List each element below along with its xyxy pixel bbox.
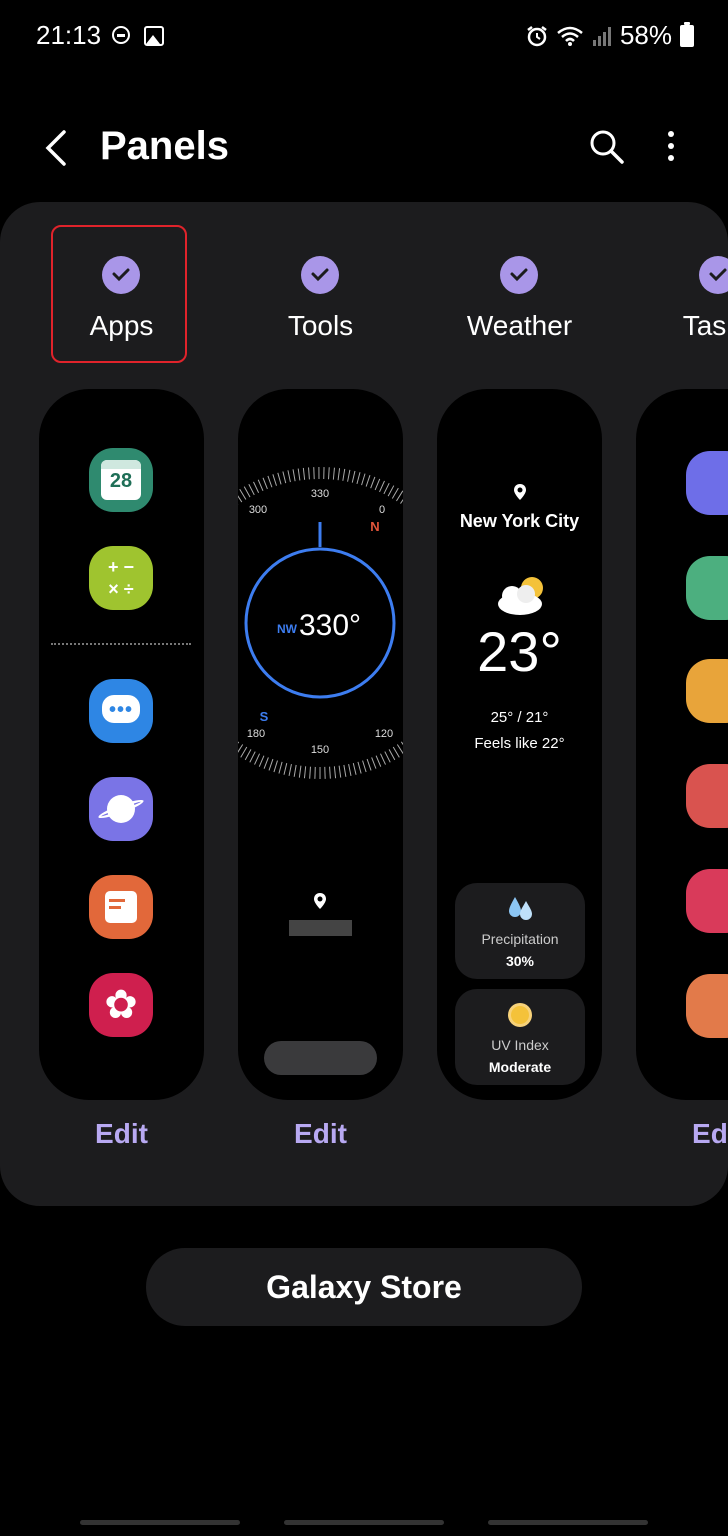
nav-home-handle[interactable]	[284, 1520, 444, 1525]
location-pin-icon	[314, 893, 326, 909]
location-placeholder	[289, 920, 352, 936]
messages-icon[interactable]: •••	[89, 679, 153, 743]
alarm-task-icon[interactable]	[686, 451, 728, 515]
search-task-icon[interactable]	[686, 556, 728, 620]
battery-icon	[680, 21, 694, 47]
tasks-panel-preview[interactable]	[636, 389, 728, 1100]
apps-divider	[51, 643, 191, 645]
compass-calibrate-button[interactable]	[264, 1041, 377, 1075]
tick-150: 150	[311, 744, 329, 756]
weather-temperature: 23°	[477, 620, 562, 683]
south-label: S	[260, 709, 269, 724]
weather-feels-like: Feels like 22°	[474, 735, 565, 752]
calendar-date: 28	[109, 470, 133, 492]
panel-name: Weather	[466, 310, 573, 341]
gallery-flower-icon[interactable]: ✿	[89, 973, 153, 1037]
north-label: N	[370, 519, 379, 534]
direction-label: NW	[277, 622, 298, 636]
signal-icon	[592, 26, 611, 46]
edit-button-apps[interactable]: Edit	[39, 1118, 204, 1150]
compass-icon: 330 300 0 N S 180 150 120 NW 330°	[238, 467, 403, 779]
back-arrow-icon[interactable]	[38, 126, 74, 170]
uv-index-value: Moderate	[488, 1059, 552, 1075]
precipitation-label: Precipitation	[481, 931, 559, 947]
apps-panel-preview[interactable]: 28 + − × ÷ ••• ✿	[39, 389, 204, 1100]
calculator-icon[interactable]: + − × ÷	[89, 546, 153, 610]
tools-panel-preview[interactable]: 330 300 0 N S 180 150 120 NW 330°	[238, 389, 403, 1100]
wifi-icon	[557, 26, 583, 46]
tick-180: 180	[247, 728, 265, 740]
internet-icon[interactable]	[89, 777, 153, 841]
voice-recorder-task-icon[interactable]	[686, 764, 728, 828]
search-icon[interactable]	[586, 126, 626, 166]
precipitation-value: 30%	[505, 953, 535, 969]
location-pin-icon	[514, 484, 526, 500]
page-title: Panels	[100, 124, 229, 168]
panel-name: Tasks	[682, 310, 728, 341]
tick-330: 330	[311, 488, 329, 500]
alarm-icon	[527, 25, 547, 46]
notes-icon[interactable]	[89, 875, 153, 939]
tick-0: 0	[379, 504, 385, 516]
precipitation-card: Precipitation 30%	[455, 883, 585, 979]
battery-percent: 58%	[619, 20, 672, 50]
weather-city: New York City	[459, 511, 580, 531]
do-not-disturb-icon	[112, 26, 130, 44]
tick-120: 120	[375, 728, 393, 740]
tick-300: 300	[249, 504, 267, 516]
check-icon[interactable]	[699, 256, 728, 294]
uv-index-card: UV Index Moderate	[455, 989, 585, 1085]
panel-name: Tools	[287, 310, 354, 341]
weather-panel-preview[interactable]: New York City 23° 25° / 21° Feels like 2…	[437, 389, 602, 1100]
panel-header-tools[interactable]: Tools	[238, 226, 403, 362]
clock-task-icon[interactable]	[686, 659, 728, 723]
edit-button-tasks[interactable]: Edit	[636, 1118, 728, 1150]
more-options-icon[interactable]	[656, 126, 686, 166]
panel-header-tasks[interactable]: Tasks	[636, 226, 728, 362]
panel-header-weather[interactable]: Weather	[437, 226, 602, 362]
raindrops-icon	[509, 897, 532, 920]
app-bar: Panels	[0, 110, 728, 186]
add-task-icon[interactable]	[686, 974, 728, 1038]
screen-record-task-icon[interactable]	[686, 869, 728, 933]
nav-back-handle[interactable]	[488, 1520, 648, 1525]
status-time: 21:13	[36, 20, 102, 50]
heading-readout: 330°	[299, 609, 361, 642]
selection-highlight	[51, 225, 187, 363]
edit-button-tools[interactable]: Edit	[238, 1118, 403, 1150]
uv-index-label: UV Index	[491, 1037, 549, 1053]
check-icon[interactable]	[301, 256, 339, 294]
calendar-icon[interactable]: 28	[89, 448, 153, 512]
galaxy-store-button[interactable]: Galaxy Store	[146, 1248, 582, 1326]
nav-recents-handle[interactable]	[80, 1520, 240, 1525]
gallery-notification-icon	[144, 26, 164, 46]
status-bar: 21:13 58%	[0, 0, 728, 72]
panels-card: Apps 28 + − × ÷ ••• ✿ Edit Tools 330 300…	[0, 202, 728, 1206]
sun-icon	[508, 1003, 532, 1027]
weather-range: 25° / 21°	[490, 709, 549, 726]
partly-cloudy-icon	[498, 577, 543, 615]
check-icon[interactable]	[500, 256, 538, 294]
